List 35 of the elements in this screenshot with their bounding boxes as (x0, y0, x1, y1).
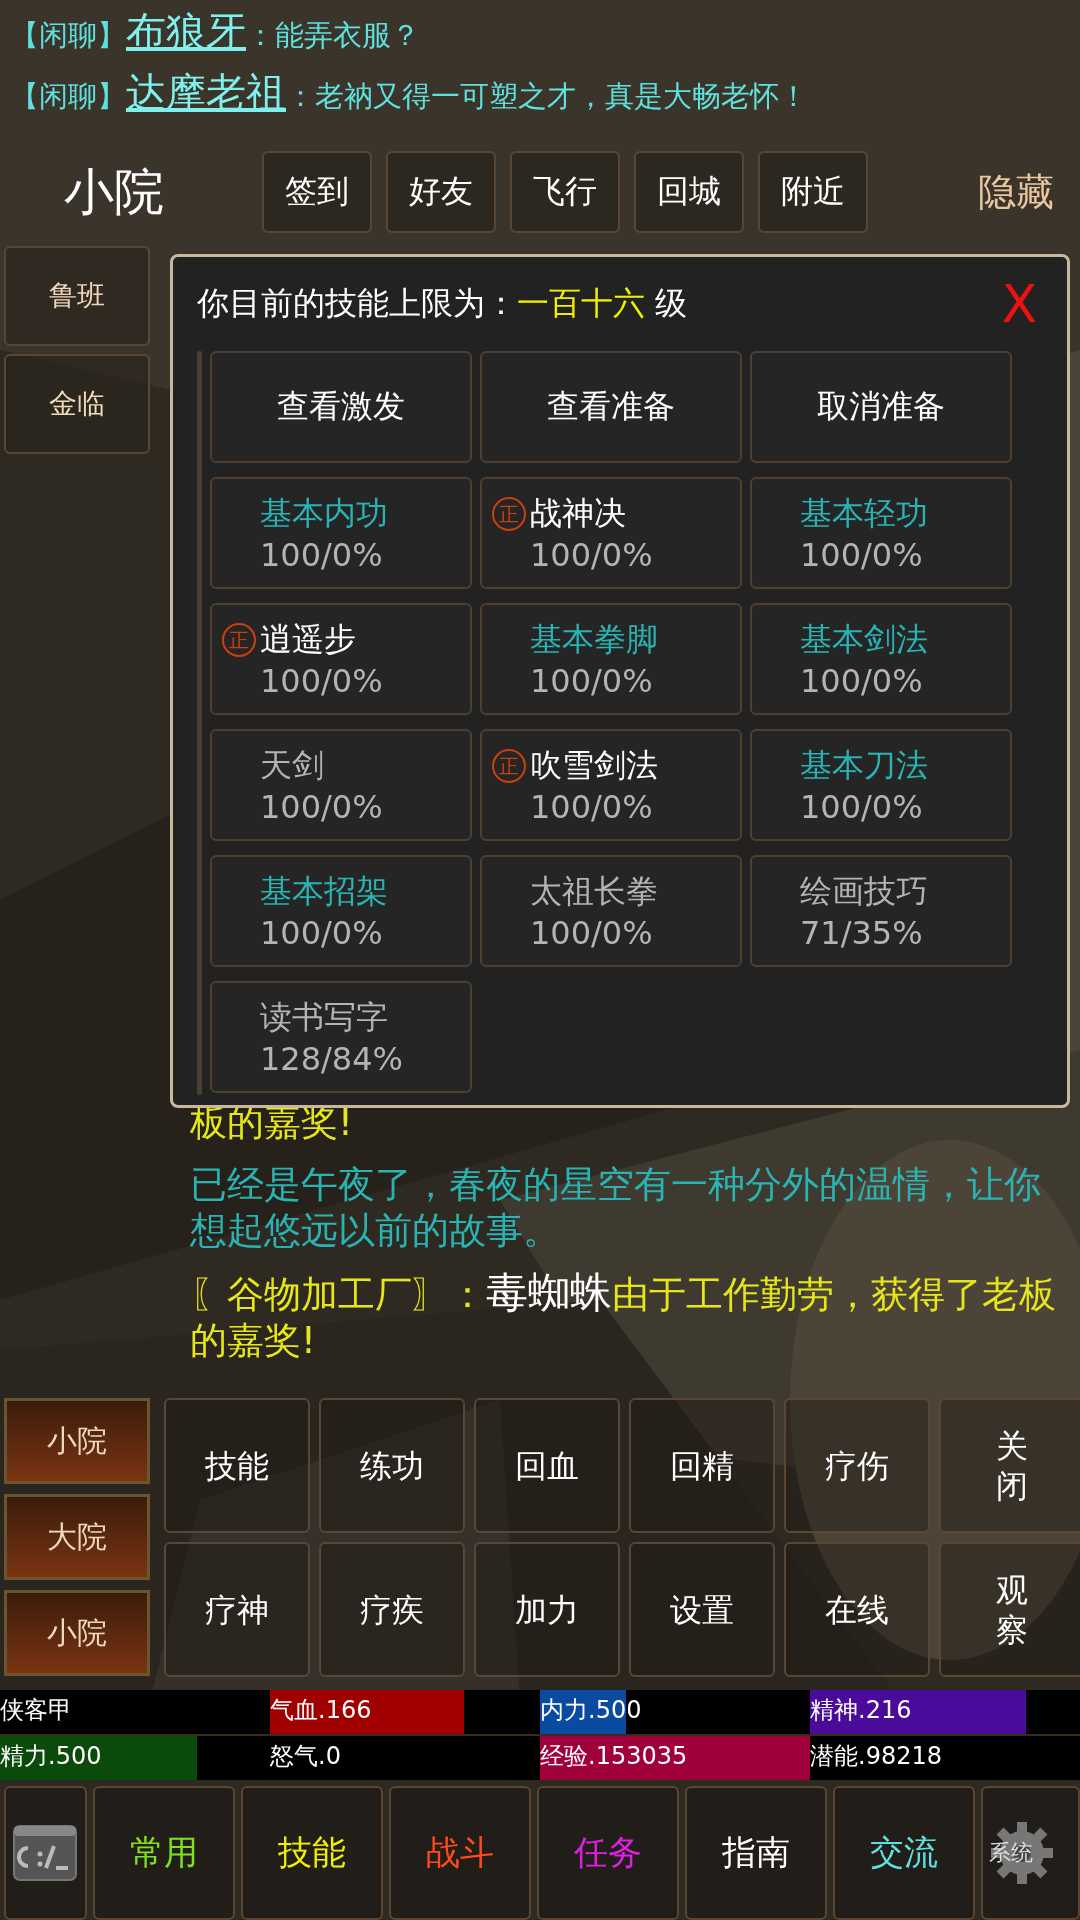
skill-name: 基本轻功 (800, 493, 928, 534)
prepared-badge: 正 (222, 623, 256, 657)
prepared-badge: 正 (492, 497, 526, 531)
skill-name: 吹雪剑法 (530, 745, 658, 786)
skill-name: 基本内功 (260, 493, 388, 534)
chat-message: 〖谷物加工厂〗：毒蜘蛛由于工作勤劳，获得了老板的嘉奖! (190, 1270, 1057, 1364)
stat-label: 精力.500 (0, 1742, 102, 1770)
skill-progress: 128/84% (260, 1040, 403, 1078)
stat-label: 经验.153035 (540, 1742, 688, 1770)
skill-progress: 100/0% (800, 788, 923, 826)
skill-name: 基本拳脚 (530, 619, 658, 660)
stat-label: 怒气.0 (270, 1742, 341, 1770)
chat-message: 已经是午夜了，春夜的星空有一种分外的温情，让你想起悠远以前的故事。 (190, 1162, 1042, 1254)
skill-name: 逍遥步 (260, 619, 356, 660)
skill-name: 基本剑法 (800, 619, 928, 660)
stat-label: 精神.216 (810, 1696, 912, 1724)
skill-name: 基本刀法 (800, 745, 928, 786)
skill-name: 战神决 (530, 493, 626, 534)
chat-line: 【闲聊】达摩老祖：老衲又得一可塑之才，真是大畅老怀！ (10, 65, 1080, 120)
stat-label: 潜能.98218 (810, 1742, 942, 1770)
chat-line: 【闲聊】布狼牙：能弄衣服？ (10, 4, 1080, 59)
skill-name: 绘画技巧 (800, 871, 928, 912)
skill-name: 读书写字 (260, 997, 388, 1038)
skill-name: 太祖长拳 (530, 871, 658, 912)
skill-progress: 100/0% (260, 914, 383, 952)
stat-label: 气血.166 (270, 1696, 372, 1724)
stat-label: 侠客甲 (0, 1696, 72, 1724)
chat-message: 板的嘉奖! (190, 1100, 354, 1146)
prepared-badge: 正 (492, 749, 526, 783)
skill-name: 基本招架 (260, 871, 388, 912)
skill-progress: 71/35% (800, 914, 923, 952)
dialog-title: 你目前的技能上限为：一百十六 级 (197, 283, 688, 324)
location-title: 小院 (64, 161, 165, 223)
skill-progress: 100/0% (530, 914, 653, 952)
skill-name: 天剑 (260, 745, 324, 786)
